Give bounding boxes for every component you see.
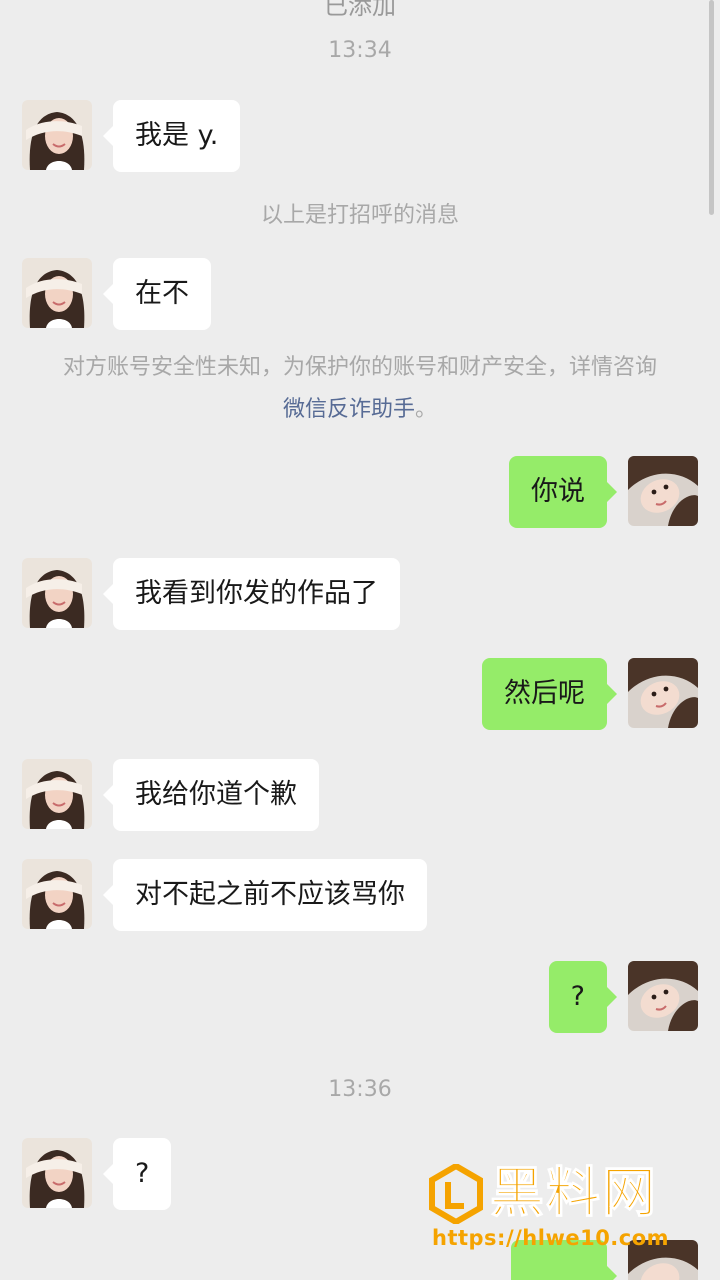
chat-screen[interactable]: 已添加 13:34 我是 y. 以上是打招呼的消息 在不 对方账号安全性未知，为… [0,0,720,1280]
anti-fraud-assistant-link[interactable]: 微信反诈助手 [283,397,415,422]
incoming-message-bubble[interactable]: 我看到你发的作品了 [103,558,400,630]
timestamp: 13:34 [328,38,392,63]
scrollbar[interactable] [709,0,714,215]
incoming-message-bubble[interactable]: 我给你道个歉 [103,759,319,831]
contact-avatar[interactable] [22,258,92,328]
contact-avatar[interactable] [22,759,92,829]
incoming-message-bubble[interactable]: 在不 [103,258,211,330]
incoming-message-bubble[interactable]: 我是 y. [102,100,241,172]
security-notice-end: 。 [415,397,438,422]
outgoing-message-bubble[interactable]: 你说 [509,456,617,528]
security-notice-text: 对方账号安全性未知，为保护你的账号和财产安全，详情咨询 [62,355,657,380]
watermark-logo-icon [429,1164,483,1224]
my-avatar[interactable] [628,456,698,526]
outgoing-message-bubble[interactable]: 然后呢 [482,658,617,730]
contact-avatar[interactable] [22,1138,92,1208]
timestamp: 13:36 [328,1077,392,1102]
contact-avatar[interactable] [22,859,92,929]
my-avatar[interactable] [628,961,698,1031]
watermark-url: https://hlwe10.com [432,1226,670,1250]
security-notice: 对方账号安全性未知，为保护你的账号和财产安全，详情咨询微信反诈助手。 [60,347,660,431]
greeting-notice: 以上是打招呼的消息 [260,203,459,228]
site-watermark: 黑料网 https://hlwe10.com [428,1160,718,1260]
incoming-message-bubble[interactable]: ? [102,1138,172,1210]
outgoing-message-bubble[interactable]: ? [548,961,618,1033]
incoming-message-bubble[interactable]: 对不起之前不应该骂你 [103,859,427,931]
watermark-title: 黑料网 [490,1161,658,1225]
cut-off-system-text: 已添加 [324,0,396,20]
contact-avatar[interactable] [22,558,92,628]
my-avatar[interactable] [628,658,698,728]
contact-avatar[interactable] [22,100,92,170]
